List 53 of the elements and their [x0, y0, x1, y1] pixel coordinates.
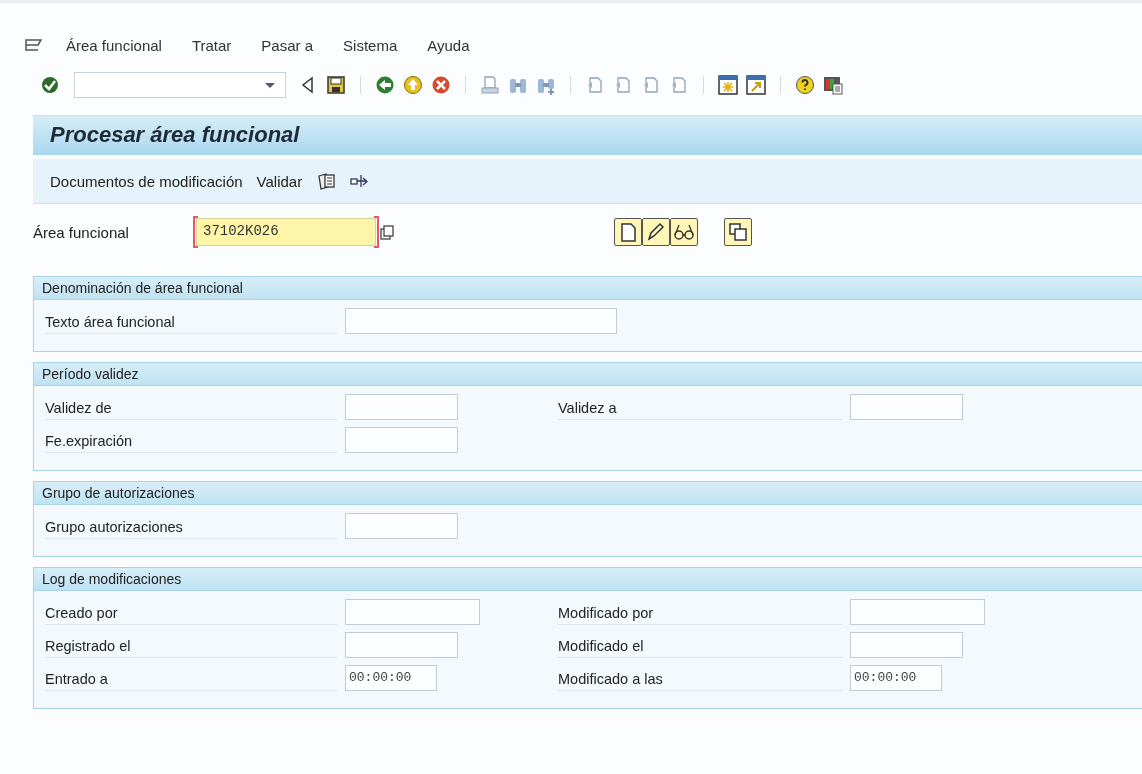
dropdown-icon[interactable]: [265, 82, 275, 88]
field-label: Modificado a las: [558, 664, 842, 691]
documents-icon[interactable]: [316, 171, 337, 191]
save-icon[interactable]: [326, 75, 346, 95]
group-title: Denominación de área funcional: [42, 280, 243, 296]
input-field[interactable]: [850, 598, 985, 625]
group-title: Log de modificaciones: [42, 571, 182, 587]
group-title: Período validez: [42, 366, 139, 382]
cancel-icon[interactable]: [431, 75, 451, 95]
match-code-icon[interactable]: [380, 223, 394, 241]
layout-icon[interactable]: [823, 75, 843, 95]
group-title: Grupo de autorizaciones: [42, 485, 195, 501]
menu-icon[interactable]: [24, 36, 44, 54]
input-field[interactable]: [345, 426, 458, 453]
field-label: Texto área funcional: [45, 307, 337, 334]
input-field[interactable]: 00:00:00: [345, 664, 437, 691]
screen-title: Procesar área funcional: [50, 122, 300, 148]
input-field[interactable]: [345, 307, 617, 334]
input-field[interactable]: [345, 512, 458, 539]
toolbar-button[interactable]: Documentos de modificación: [50, 170, 243, 192]
help-icon[interactable]: [795, 75, 815, 95]
field-label: Creado por: [45, 598, 337, 625]
input-field[interactable]: [850, 393, 963, 420]
copy-icon[interactable]: [727, 221, 749, 243]
shortcut-window-icon[interactable]: [746, 75, 766, 95]
up-icon[interactable]: [403, 75, 423, 95]
field-label: Fe.expiración: [45, 426, 337, 453]
input-field[interactable]: [345, 631, 458, 658]
field-label: Validez de: [45, 393, 337, 420]
field-label: Modificado el: [558, 631, 842, 658]
toolbar-button[interactable]: Validar: [256, 170, 303, 192]
menu-item[interactable]: Pasar a: [261, 36, 314, 54]
input-field[interactable]: [345, 598, 480, 625]
input-field[interactable]: 00:00:00: [850, 664, 942, 691]
menu-item[interactable]: Área funcional: [66, 36, 162, 54]
input-field[interactable]: [850, 631, 963, 658]
field-label: Registrado el: [45, 631, 337, 658]
print-icon[interactable]: [480, 75, 500, 95]
command-field[interactable]: [74, 72, 286, 98]
input-field[interactable]: 37102K026: [196, 218, 376, 246]
menu-item[interactable]: Ayuda: [427, 36, 470, 54]
field-label: Entrado a: [45, 664, 337, 691]
field-label: Modificado por: [558, 598, 842, 625]
menu-item[interactable]: Sistema: [343, 36, 398, 54]
new-window-icon[interactable]: [718, 75, 738, 95]
field-label: Validez a: [558, 393, 842, 420]
field-label: Área funcional: [33, 223, 130, 241]
menu-item[interactable]: Tratar: [191, 36, 232, 54]
input-field[interactable]: [345, 393, 458, 420]
check-icon[interactable]: [40, 75, 60, 95]
pencil-icon[interactable]: [645, 221, 667, 243]
back-icon[interactable]: [375, 75, 395, 95]
field-label: Grupo autorizaciones: [45, 512, 337, 539]
